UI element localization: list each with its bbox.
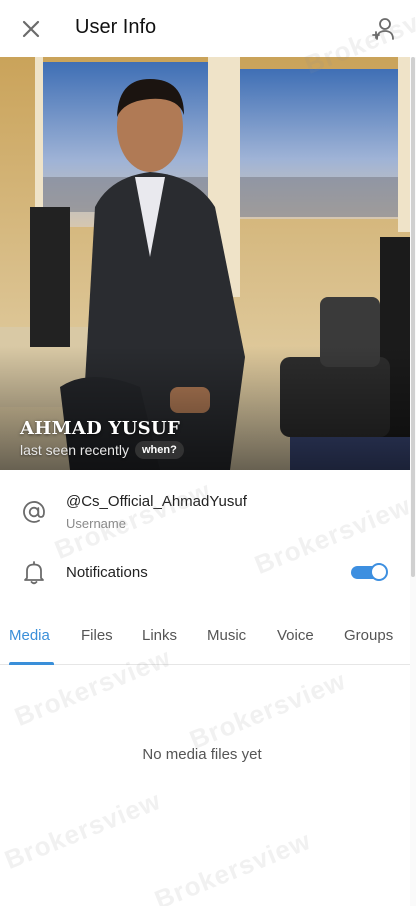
notifications-row[interactable]: Notifications [0, 553, 410, 593]
media-tabs: Media Files Links Music Voice Groups [0, 615, 410, 665]
profile-name: AHMAD YUSUF [20, 418, 181, 439]
username-row[interactable]: @Cs_Official_AhmadYusuf Username [0, 487, 410, 537]
notifications-toggle[interactable] [351, 563, 388, 581]
tab-voice[interactable]: Voice [277, 627, 314, 644]
active-tab-indicator [9, 662, 54, 665]
last-seen-status: last seen recently [20, 442, 129, 458]
page-title: User Info [75, 16, 157, 38]
profile-photo[interactable] [0, 57, 410, 470]
tab-files[interactable]: Files [81, 627, 113, 644]
empty-state-message: No media files yet [142, 746, 262, 763]
header-bar: User Info [0, 0, 416, 57]
toggle-knob [370, 563, 388, 581]
notifications-label: Notifications [66, 564, 148, 581]
watermark: Brokersview [0, 785, 166, 875]
username-label: Username [66, 516, 126, 531]
scrollbar-thumb[interactable] [411, 57, 415, 577]
close-icon [22, 20, 40, 38]
at-icon [23, 501, 45, 523]
watermark: Brokersview [150, 825, 316, 906]
add-contact-icon [372, 18, 394, 40]
tab-groups[interactable]: Groups [344, 627, 393, 644]
username-value: @Cs_Official_AhmadYusuf [66, 493, 247, 510]
profile-photo-image [0, 57, 410, 470]
tab-links[interactable]: Links [142, 627, 177, 644]
status-row: last seen recently when? [20, 440, 184, 460]
tab-music[interactable]: Music [207, 627, 246, 644]
when-badge[interactable]: when? [134, 441, 184, 459]
watermark: Brokersview [185, 665, 351, 755]
tab-media[interactable]: Media [9, 627, 50, 644]
bell-icon [24, 561, 44, 585]
close-button[interactable] [18, 16, 44, 42]
add-contact-button[interactable] [370, 15, 398, 43]
